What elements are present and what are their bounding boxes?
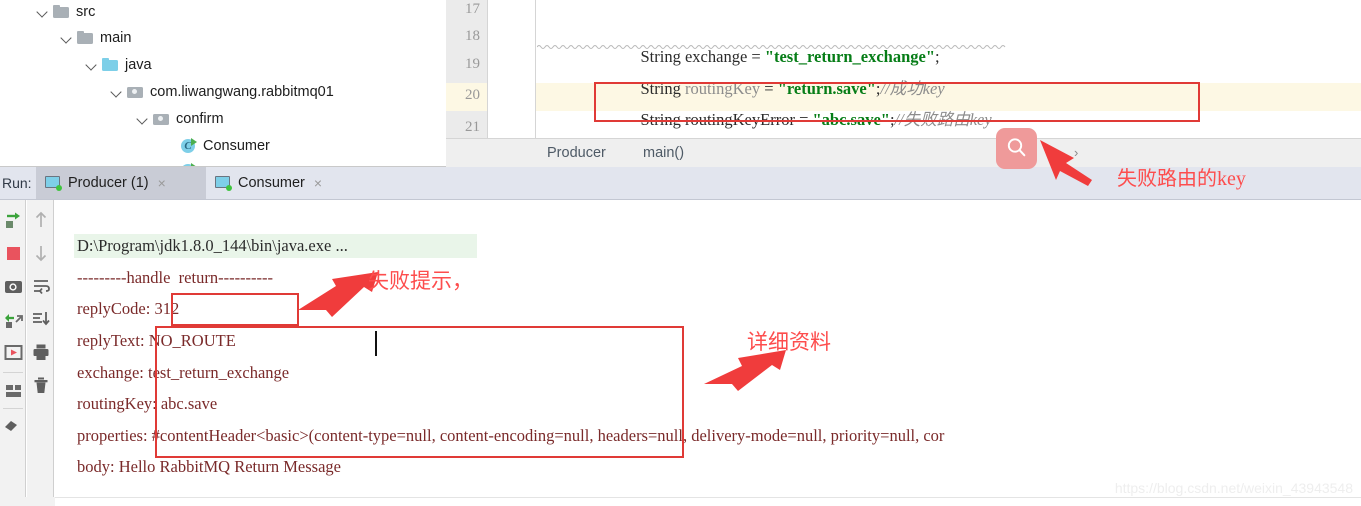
watermark: https://blog.csdn.net/weixin_43943548: [1114, 480, 1353, 496]
java-class-icon: C: [180, 137, 198, 155]
search-icon[interactable]: [996, 128, 1037, 169]
chevron-down-icon[interactable]: [60, 31, 73, 44]
console-command-line: D:\Program\jdk1.8.0_144\bin\java.exe ...: [77, 236, 348, 255]
rerun-icon[interactable]: [3, 210, 24, 231]
folder-blue-icon: [102, 57, 119, 72]
console-line: body: Hello RabbitMQ Return Message: [77, 457, 341, 476]
text-caret: [375, 331, 377, 356]
restore-layout-icon[interactable]: [3, 309, 24, 330]
tree-row-src[interactable]: src: [36, 0, 95, 23]
close-icon[interactable]: ×: [314, 175, 322, 191]
tree-label: src: [76, 3, 96, 20]
tree-label: com.liwangwang.rabbitmq01: [150, 83, 334, 100]
arrow-down-icon[interactable]: [31, 243, 51, 263]
project-tree-panel[interactable]: src main java com.liwangwang.rabbitmq01 …: [0, 0, 446, 167]
resume-program-icon[interactable]: [3, 342, 24, 363]
chevron-down-icon[interactable]: [85, 58, 98, 71]
console-line: replyCode: 312: [77, 299, 180, 318]
detail-highlight-box: [155, 326, 684, 458]
line-number: 21: [465, 119, 480, 135]
line-number: 17: [465, 1, 480, 17]
toolbar-separator: [3, 372, 23, 373]
layout-settings-icon[interactable]: [3, 380, 24, 401]
run-tab-label: Consumer: [238, 175, 305, 191]
chevron-down-icon[interactable]: [36, 5, 49, 18]
toolbar-separator: [3, 408, 23, 409]
detail-info-note: 详细资料: [747, 330, 831, 354]
console-bottom-border: [55, 497, 1361, 498]
run-toolbar-primary[interactable]: [0, 200, 26, 506]
trash-icon[interactable]: [31, 375, 51, 395]
toolbar-bottom-filler: [0, 497, 55, 506]
run-toolbar-secondary[interactable]: [27, 200, 54, 506]
tree-row-consumer[interactable]: C Consumer: [180, 134, 270, 157]
run-tab-producer[interactable]: Producer (1) ×: [36, 167, 206, 199]
run-tab-label: Producer (1): [68, 175, 149, 191]
failure-routing-key-note: 失败路由的key: [1117, 168, 1246, 190]
tree-label: java: [125, 56, 152, 73]
reply-text-highlight-box: [171, 293, 299, 326]
stop-icon[interactable]: [3, 243, 24, 264]
fold-strip[interactable]: [488, 0, 536, 138]
breadcrumb-item-producer[interactable]: Producer: [547, 145, 606, 161]
run-tab-consumer[interactable]: Consumer ×: [206, 167, 358, 199]
tree-row-package[interactable]: com.liwangwang.rabbitmq01: [110, 80, 334, 103]
fold-strip-border: [535, 0, 536, 138]
chevron-down-icon[interactable]: [136, 112, 149, 125]
failure-hint-note: 失败提示，: [368, 269, 473, 293]
dump-threads-icon[interactable]: [3, 276, 24, 297]
package-icon: [153, 112, 170, 126]
inspection-squiggle-icon: [537, 44, 1007, 50]
soft-wrap-icon[interactable]: [31, 276, 51, 296]
code-highlight-box: [594, 82, 1200, 122]
run-config-icon: [45, 176, 62, 191]
tree-row-java[interactable]: java: [85, 53, 152, 76]
arrow-up-icon[interactable]: [31, 210, 51, 230]
package-icon: [127, 85, 144, 99]
line-number: 20: [465, 87, 480, 103]
tree-label: confirm: [176, 110, 224, 127]
line-number: 18: [465, 28, 480, 44]
folder-grey-icon: [77, 30, 94, 45]
folder-grey-icon: [53, 4, 70, 19]
scroll-to-end-icon[interactable]: [31, 309, 51, 329]
chevron-down-icon[interactable]: [110, 85, 123, 98]
line-number: 19: [465, 56, 480, 72]
tree-row-confirm[interactable]: confirm: [136, 107, 224, 130]
run-config-icon: [215, 176, 232, 191]
tree-row-main[interactable]: main: [60, 26, 131, 49]
pin-tab-icon[interactable]: [3, 415, 24, 436]
close-icon[interactable]: ×: [158, 175, 166, 191]
tree-label: Consumer: [203, 137, 270, 154]
print-icon[interactable]: [31, 342, 51, 362]
run-window-label: Run:: [2, 175, 32, 191]
tree-label: main: [100, 29, 132, 46]
console-line: ---------handle return----------: [77, 268, 274, 287]
breadcrumb-item-main[interactable]: main(): [643, 145, 684, 161]
